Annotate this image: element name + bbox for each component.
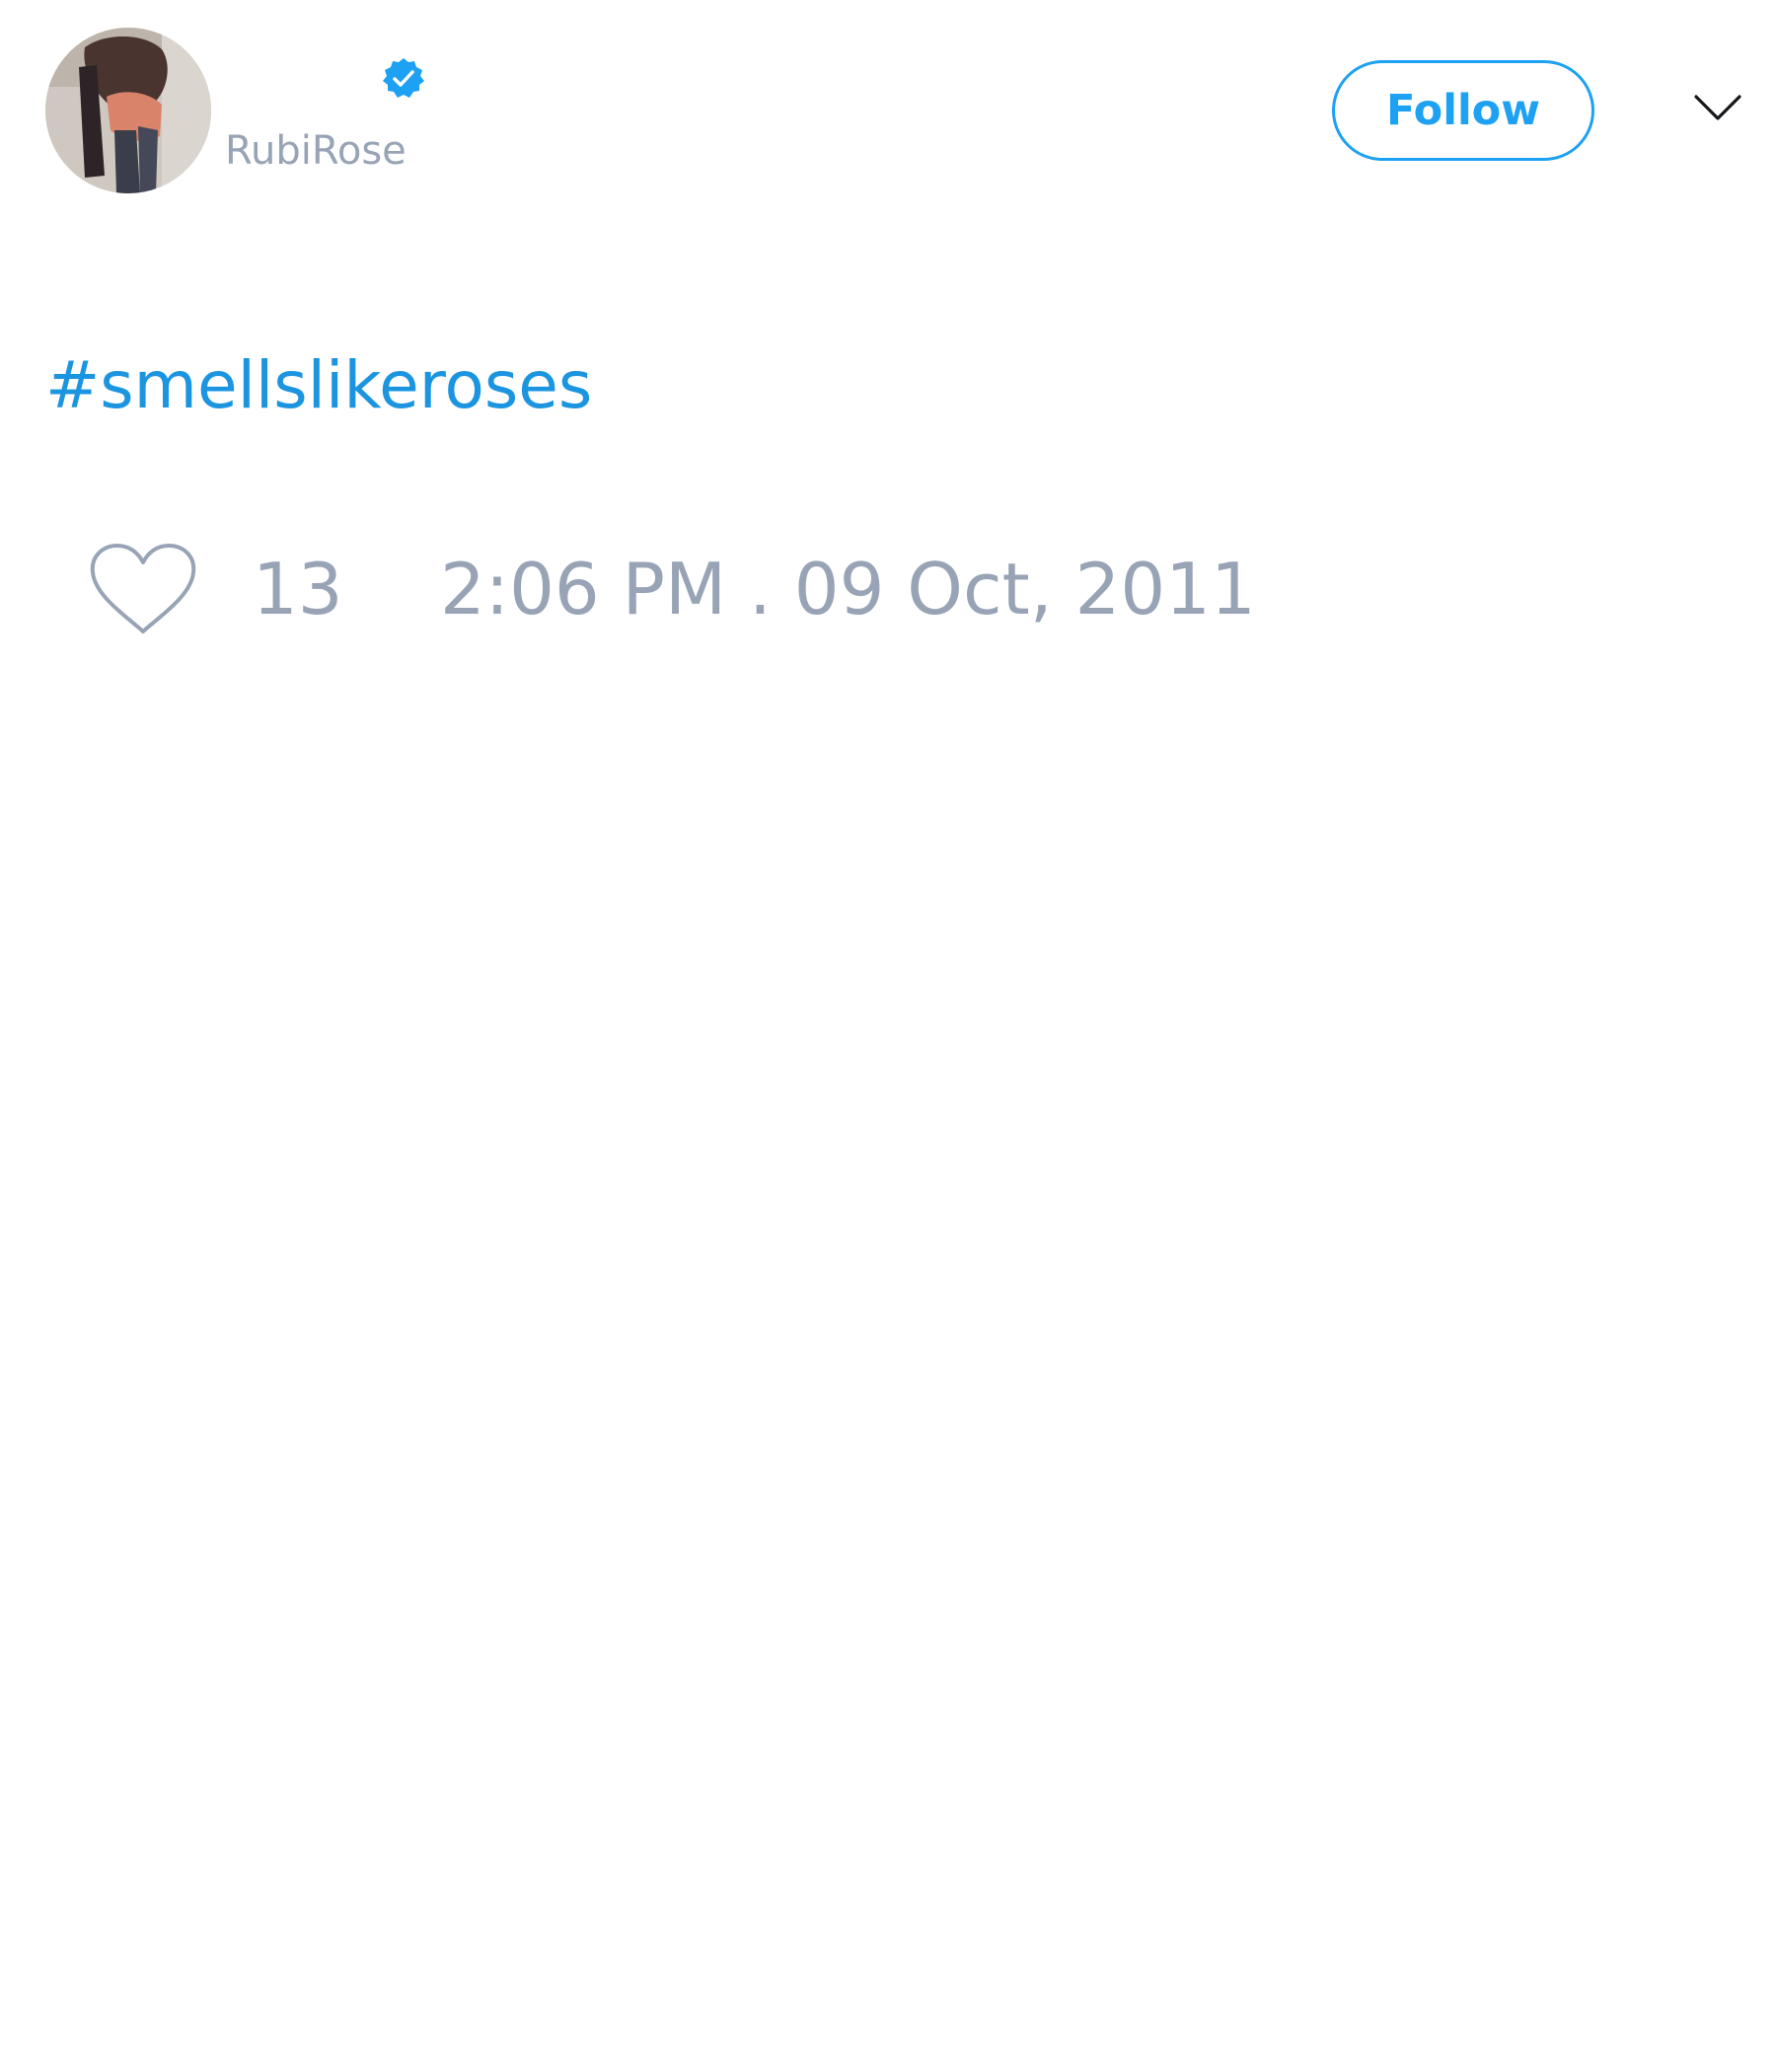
- chevron-down-icon[interactable]: [1693, 91, 1742, 124]
- tweet-text: #smellslikeroses: [45, 343, 592, 428]
- author-handle[interactable]: RubiRose: [225, 124, 407, 178]
- verified-badge-icon: [383, 58, 424, 98]
- avatar-photo: [45, 28, 211, 193]
- follow-button[interactable]: Follow: [1332, 60, 1594, 161]
- like-count: 13: [253, 548, 343, 630]
- avatar[interactable]: [45, 28, 211, 193]
- tweet-card: RubiRose Follow #smellslikeroses 13 2:06…: [0, 0, 1776, 2072]
- tweet-timestamp[interactable]: 2:06 PM . 09 Oct, 2011: [440, 545, 1256, 633]
- heart-icon[interactable]: [89, 543, 197, 636]
- hashtag-link[interactable]: #smellslikeroses: [45, 347, 592, 423]
